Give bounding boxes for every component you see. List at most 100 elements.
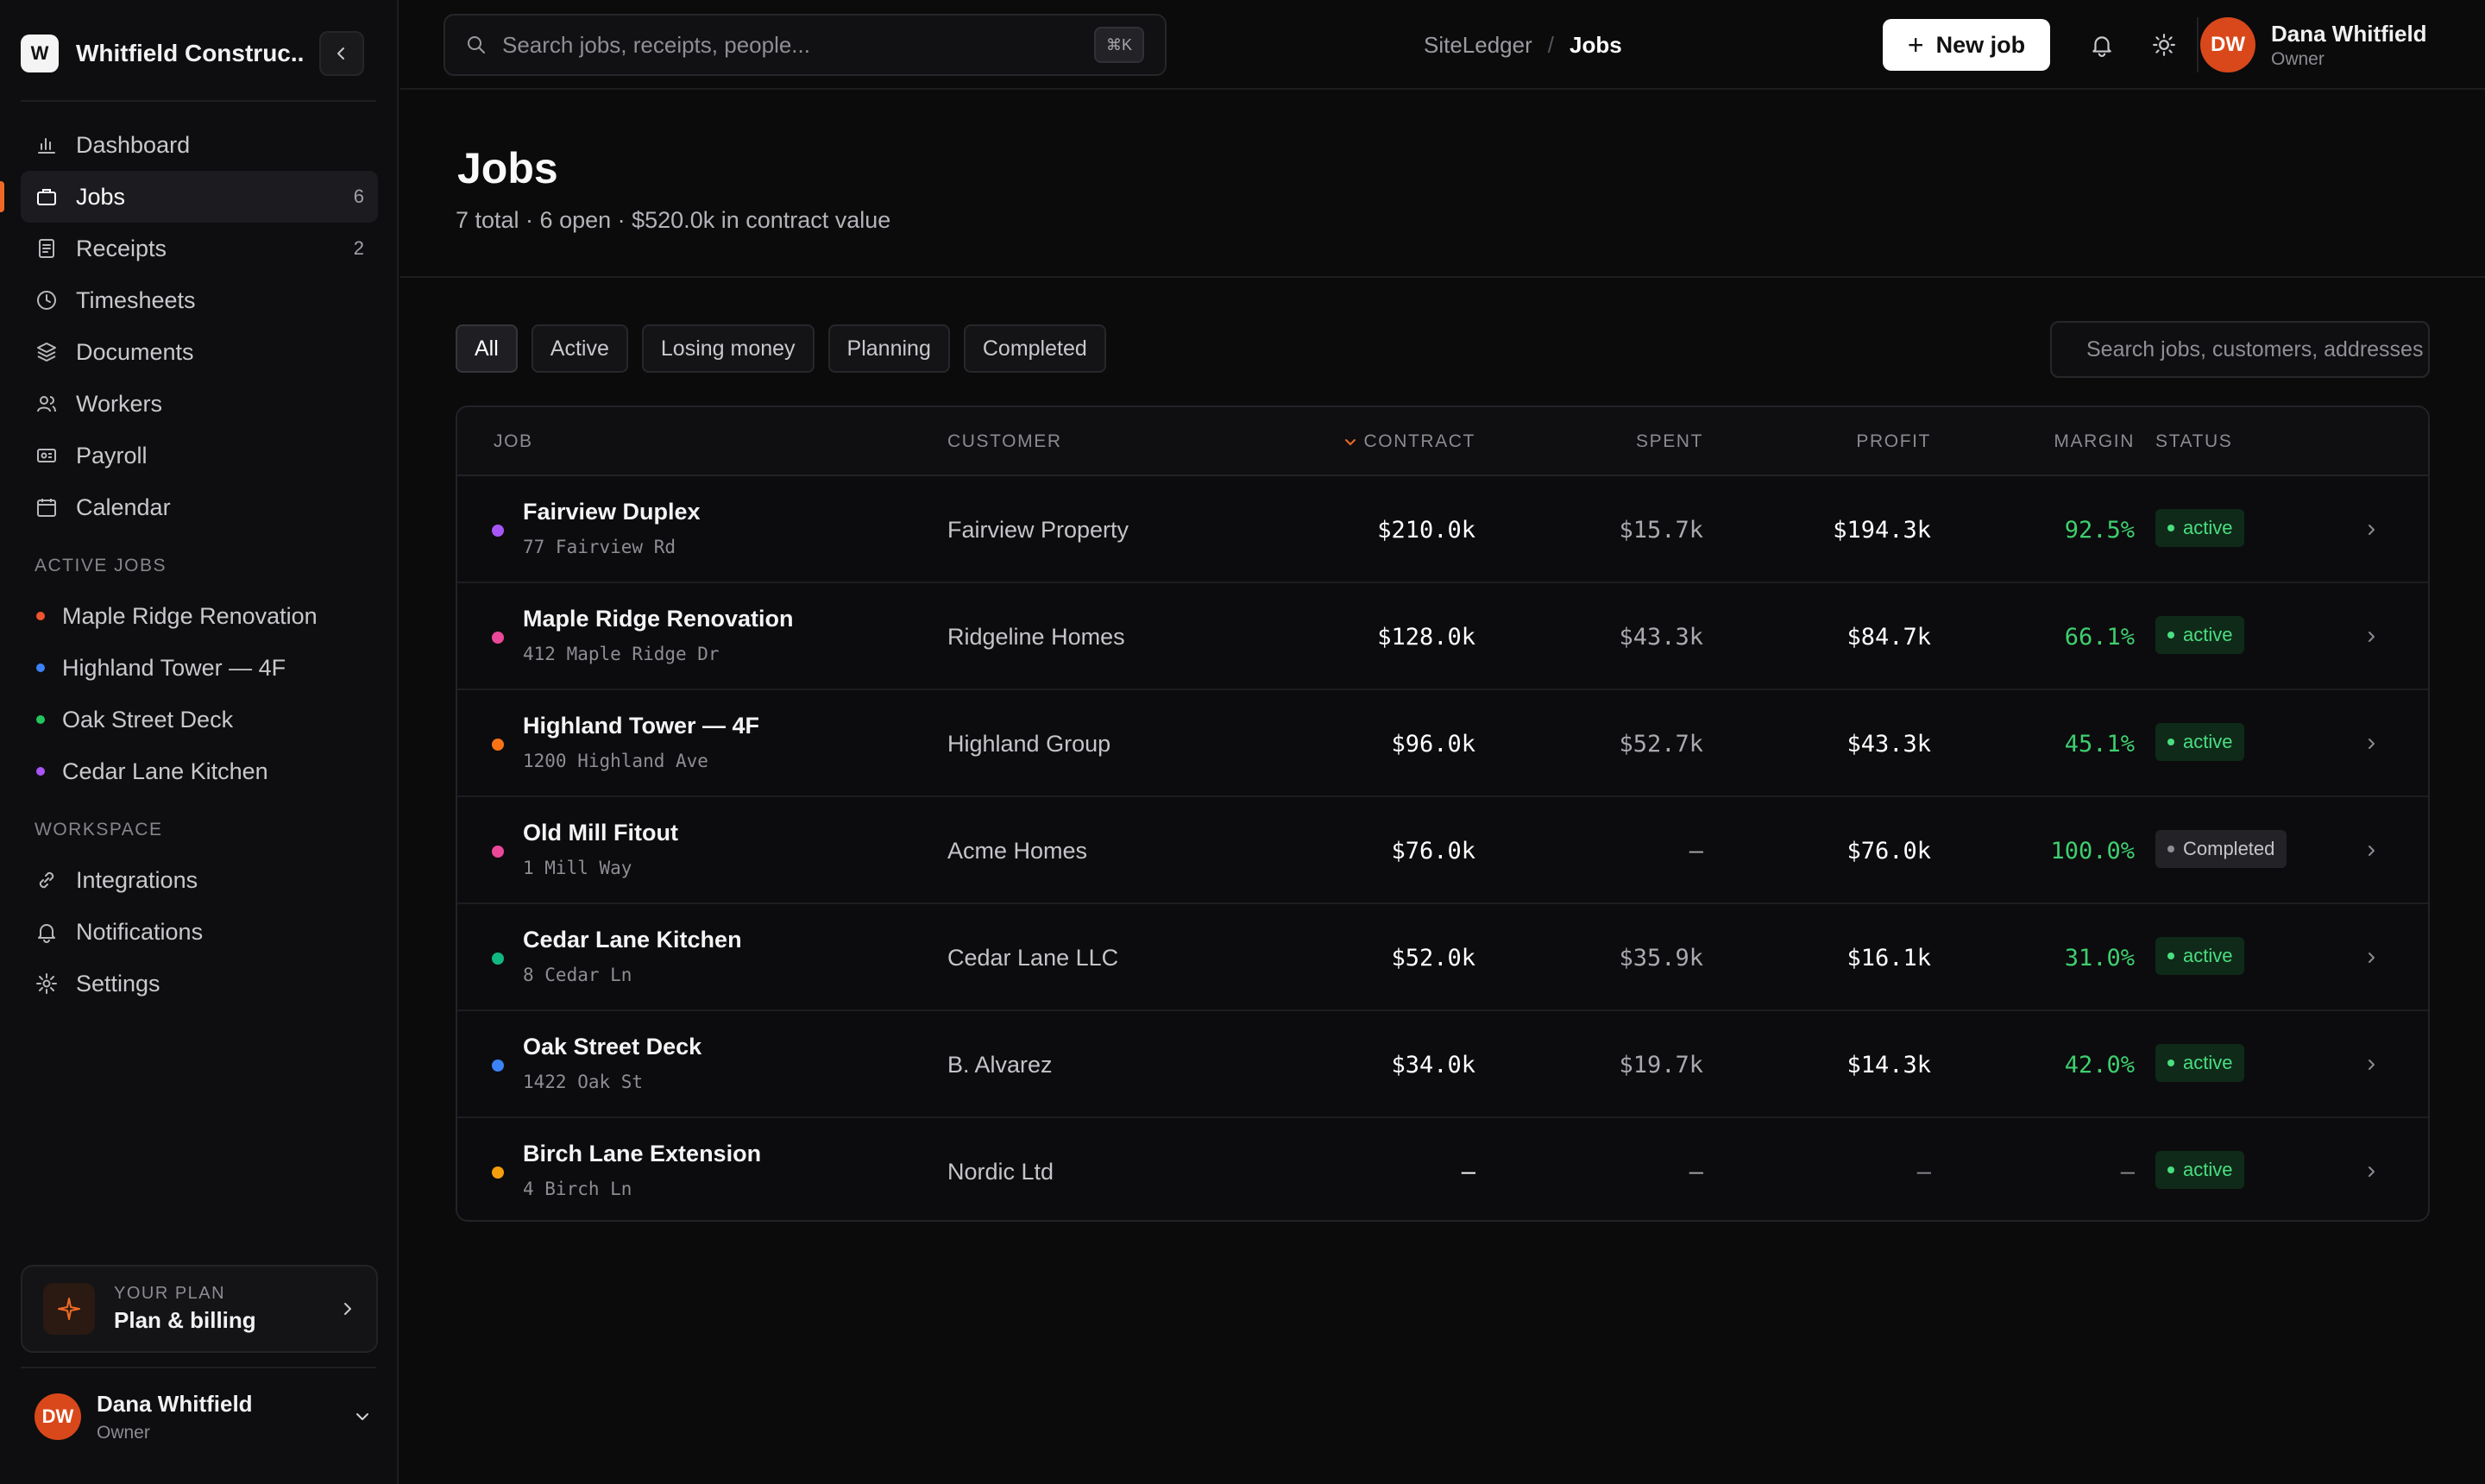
status-dot <box>2167 632 2174 638</box>
sidebar-divider <box>21 1367 376 1368</box>
spent-cell: $35.9k <box>1619 944 1703 972</box>
job-name[interactable]: Cedar Lane Kitchen <box>523 927 742 953</box>
customer-cell: Cedar Lane LLC <box>947 944 1119 971</box>
margin-cell: 42.0% <box>2064 1051 2135 1078</box>
status-badge: active <box>2155 1151 2245 1189</box>
theme-toggle-button[interactable] <box>2145 26 2183 64</box>
job-name[interactable]: Old Mill Fitout <box>523 820 678 846</box>
gear-icon <box>35 972 59 996</box>
column-header-margin[interactable]: MARGIN <box>2054 407 2135 476</box>
job-color-dot <box>36 612 45 620</box>
contract-cell: – <box>1461 1158 1475 1185</box>
sidebar-divider <box>21 100 376 102</box>
sidebar-active-job[interactable]: Highland Tower — 4F <box>21 642 378 694</box>
status-badge: active <box>2155 937 2245 975</box>
sidebar-item-integrations[interactable]: Integrations <box>21 854 378 906</box>
job-name[interactable]: Highland Tower — 4F <box>523 713 759 739</box>
profit-cell: $194.3k <box>1833 516 1931 544</box>
user-role: Owner <box>97 1422 150 1443</box>
status-badge: Completed <box>2155 830 2287 868</box>
filter-planning[interactable]: Planning <box>827 324 950 373</box>
column-header-status[interactable]: STATUS <box>2155 407 2232 476</box>
table-header: JOB CUSTOMER CONTRACT SPENT PROFIT MARGI… <box>457 407 2428 476</box>
chevron-right-icon[interactable] <box>2361 733 2381 754</box>
chevron-right-icon[interactable] <box>2361 1161 2381 1182</box>
global-search[interactable]: Search jobs, receipts, people... ⌘K <box>444 14 1167 76</box>
job-name[interactable]: Maple Ridge Renovation <box>523 606 794 632</box>
sidebar-item-dashboard[interactable]: Dashboard <box>21 119 378 171</box>
column-header-customer[interactable]: CUSTOMER <box>947 407 1062 476</box>
sidebar-item-notifications[interactable]: Notifications <box>21 906 378 958</box>
job-name[interactable]: Fairview Duplex <box>523 499 701 525</box>
sidebar-active-job[interactable]: Oak Street Deck <box>21 694 378 745</box>
table-search-input[interactable]: Search jobs, customers, addresses <box>2086 337 2423 362</box>
customer-cell: Acme Homes <box>947 837 1088 864</box>
table-row[interactable]: Highland Tower — 4F 1200 Highland Ave High… <box>457 690 2428 797</box>
plan-billing-card[interactable]: YOUR PLAN Plan & billing <box>21 1265 378 1353</box>
column-header-spent[interactable]: SPENT <box>1636 407 1703 476</box>
job-address: 412 Maple Ridge Dr <box>523 644 720 664</box>
filter-losing-money[interactable]: Losing money <box>641 324 815 373</box>
shortcut-hint: ⌘K <box>1093 27 1144 63</box>
sparkle-icon <box>43 1283 95 1335</box>
table-row[interactable]: Oak Street Deck 1422 Oak St B. Alvarez $34.… <box>457 1011 2428 1118</box>
column-header-contract[interactable]: CONTRACT <box>1343 407 1475 476</box>
status-label: active <box>2183 945 2233 966</box>
filter-completed[interactable]: Completed <box>963 324 1106 373</box>
filter-tabs: All Active Losing money Planning Complet… <box>456 324 1106 373</box>
breadcrumb-root[interactable]: SiteLedger <box>1424 32 1532 59</box>
sidebar-item-receipts[interactable]: Receipts 2 <box>21 223 378 274</box>
collapse-sidebar-button[interactable] <box>319 31 364 76</box>
chevron-right-icon[interactable] <box>2361 947 2381 968</box>
plan-title: Plan & billing <box>114 1307 256 1333</box>
status-dot <box>2167 953 2174 959</box>
table-search[interactable]: Search jobs, customers, addresses <box>2050 321 2430 378</box>
workspace-heading: WORKSPACE <box>35 820 163 839</box>
job-name[interactable]: Oak Street Deck <box>523 1034 701 1060</box>
status-dot <box>2167 525 2174 531</box>
table-body: Fairview Duplex 77 Fairview Rd Fairview Pr… <box>457 476 2428 1220</box>
sidebar-item-jobs[interactable]: Jobs 6 <box>0 171 378 223</box>
column-header-job[interactable]: JOB <box>494 407 533 476</box>
status-dot <box>2167 1060 2174 1066</box>
avatar: DW <box>2200 17 2255 72</box>
status-badge: active <box>2155 616 2245 654</box>
chevron-down-icon <box>356 1413 368 1420</box>
table-row[interactable]: Cedar Lane Kitchen 8 Cedar Ln Cedar Lane L… <box>457 904 2428 1011</box>
table-row[interactable]: Fairview Duplex 77 Fairview Rd Fairview Pr… <box>457 476 2428 583</box>
column-header-profit[interactable]: PROFIT <box>1856 407 1931 476</box>
status-label: active <box>2183 731 2233 752</box>
sidebar-active-job[interactable]: Cedar Lane Kitchen <box>21 745 378 797</box>
filter-active[interactable]: Active <box>531 324 628 373</box>
new-job-button[interactable]: + New job <box>1883 19 2050 71</box>
sidebar-item-workers[interactable]: Workers <box>21 378 378 430</box>
chevron-right-icon[interactable] <box>2361 626 2381 647</box>
job-color-dot <box>36 767 45 776</box>
sidebar-item-settings[interactable]: Settings <box>21 958 378 1009</box>
job-address: 4 Birch Ln <box>523 1179 632 1199</box>
sidebar-item-timesheets[interactable]: Timesheets <box>21 274 378 326</box>
sidebar-item-label: Payroll <box>76 442 148 468</box>
page-subtitle: 7 total · 6 open · $520.0k in contract v… <box>456 207 891 233</box>
table-row[interactable]: Birch Lane Extension 4 Birch Ln Nordic Ltd… <box>457 1118 2428 1220</box>
chevron-left-icon <box>337 47 344 60</box>
sidebar-active-job[interactable]: Maple Ridge Renovation <box>21 590 378 642</box>
table-row[interactable]: Old Mill Fitout 1 Mill Way Acme Homes $76.0… <box>457 797 2428 904</box>
notifications-button[interactable] <box>2083 26 2121 64</box>
sidebar-item-calendar[interactable]: Calendar <box>21 481 378 533</box>
search-input[interactable]: Search jobs, receipts, people... <box>502 32 810 59</box>
job-name[interactable]: Birch Lane Extension <box>523 1141 761 1167</box>
chevron-right-icon[interactable] <box>2361 519 2381 540</box>
customer-cell: Highland Group <box>947 730 1111 757</box>
status-label: active <box>2183 1159 2233 1180</box>
topbar-user[interactable]: DW Dana Whitfield Owner <box>2199 17 2427 72</box>
filter-all[interactable]: All <box>456 324 518 373</box>
sidebar-item-documents[interactable]: Documents <box>21 326 378 378</box>
workspace-header[interactable]: W Whitfield Construc... <box>21 19 364 88</box>
job-address: 1422 Oak St <box>523 1072 644 1092</box>
table-row[interactable]: Maple Ridge Renovation 412 Maple Ridge Dr… <box>457 583 2428 690</box>
sidebar-item-payroll[interactable]: Payroll <box>21 430 378 481</box>
chevron-right-icon[interactable] <box>2361 1054 2381 1075</box>
chevron-right-icon[interactable] <box>2361 840 2381 861</box>
user-menu[interactable]: DW Dana Whitfield Owner <box>35 1380 371 1453</box>
